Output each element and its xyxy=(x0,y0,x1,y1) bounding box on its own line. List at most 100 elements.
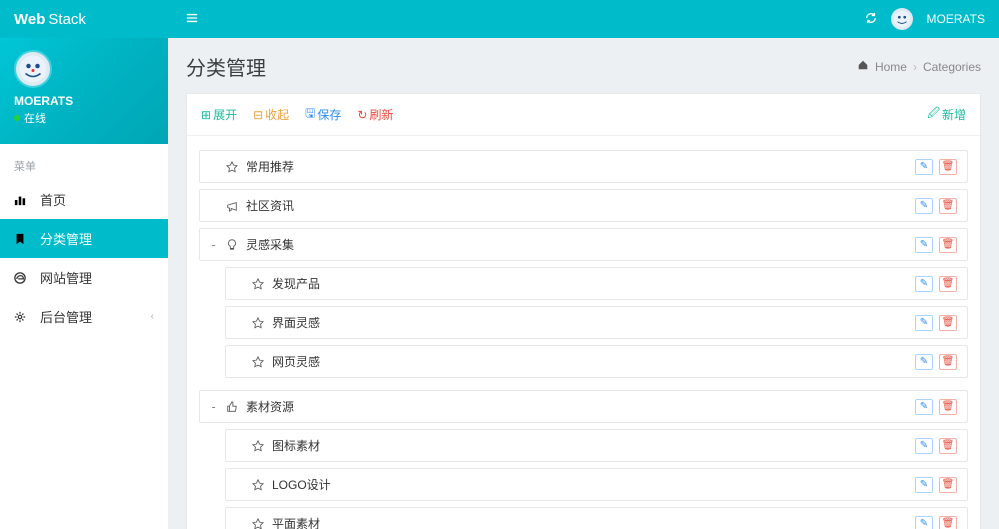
star-icon xyxy=(226,161,240,173)
hamburger-icon[interactable] xyxy=(182,8,202,31)
tree-row[interactable]: 平面素材 ✎ 🗑 xyxy=(226,508,967,529)
star-icon xyxy=(252,356,266,368)
delete-button[interactable]: 🗑 xyxy=(939,276,957,292)
collapse-button[interactable]: ⊟ 收起 xyxy=(253,106,289,123)
delete-button[interactable]: 🗑 xyxy=(939,399,957,415)
online-dot-icon xyxy=(14,115,20,121)
bar-chart-icon xyxy=(14,194,30,206)
edit-button[interactable]: ✎ xyxy=(915,315,933,331)
bulb-icon xyxy=(226,239,240,251)
delete-button[interactable]: 🗑 xyxy=(939,516,957,529)
breadcrumb-current: Categories xyxy=(923,60,981,74)
edit-button[interactable]: ✎ xyxy=(915,399,933,415)
star-icon xyxy=(252,479,266,491)
home-icon xyxy=(857,59,869,74)
delete-button[interactable]: 🗑 xyxy=(939,237,957,253)
star-icon xyxy=(252,278,266,290)
tree-row[interactable]: - 素材资源 ✎ 🗑 xyxy=(200,391,967,422)
user-panel: MOERATS 在线 xyxy=(0,38,168,144)
node-label: 常用推荐 xyxy=(246,158,294,175)
tree-node: 图标素材 ✎ 🗑 xyxy=(225,429,968,462)
thumbs-up-icon xyxy=(226,401,240,413)
bullhorn-icon xyxy=(226,200,240,212)
node-label: 社区资讯 xyxy=(246,197,294,214)
expand-button[interactable]: ⊞ 展开 xyxy=(201,106,237,123)
tree-node: 发现产品 ✎ 🗑 xyxy=(225,267,968,300)
menu-header: 菜单 xyxy=(0,144,168,180)
tree-row[interactable]: 网页灵感 ✎ 🗑 xyxy=(226,346,967,377)
tree-row[interactable]: 界面灵感 ✎ 🗑 xyxy=(226,307,967,338)
tree-row[interactable]: 图标素材 ✎ 🗑 xyxy=(226,430,967,461)
tree-row[interactable]: - 灵感采集 ✎ 🗑 xyxy=(200,229,967,260)
nav-item-3[interactable]: 后台管理 ‹ xyxy=(0,297,168,336)
node-label: 界面灵感 xyxy=(272,314,320,331)
star-icon xyxy=(252,440,266,452)
tree-node: - 灵感采集 ✎ 🗑 xyxy=(199,228,968,261)
nav-label: 分类管理 xyxy=(40,229,92,248)
edit-button[interactable]: ✎ xyxy=(915,159,933,175)
edit-button[interactable]: ✎ xyxy=(915,198,933,214)
avatar[interactable] xyxy=(14,50,52,88)
delete-button[interactable]: 🗑 xyxy=(939,354,957,370)
tree-node: 社区资讯 ✎ 🗑 xyxy=(199,189,968,222)
node-label: 网页灵感 xyxy=(272,353,320,370)
tree-row[interactable]: 常用推荐 ✎ 🗑 xyxy=(200,151,967,182)
tree-row[interactable]: 社区资讯 ✎ 🗑 xyxy=(200,190,967,221)
tree-node: LOGO设计 ✎ 🗑 xyxy=(225,468,968,501)
tree-node: 网页灵感 ✎ 🗑 xyxy=(225,345,968,378)
tree-node: 界面灵感 ✎ 🗑 xyxy=(225,306,968,339)
tree-row[interactable]: LOGO设计 ✎ 🗑 xyxy=(226,469,967,500)
tree-node: 常用推荐 ✎ 🗑 xyxy=(199,150,968,183)
nav-label: 后台管理 xyxy=(40,307,92,326)
node-label: LOGO设计 xyxy=(272,476,331,493)
delete-button[interactable]: 🗑 xyxy=(939,198,957,214)
breadcrumb: Home › Categories xyxy=(857,59,981,74)
star-icon xyxy=(252,518,266,529)
edit-button[interactable]: ✎ xyxy=(915,516,933,529)
refresh-icon[interactable] xyxy=(865,12,877,27)
node-label: 灵感采集 xyxy=(246,236,294,253)
nav-item-1[interactable]: 分类管理 xyxy=(0,219,168,258)
delete-button[interactable]: 🗑 xyxy=(939,438,957,454)
edit-button[interactable]: ✎ xyxy=(915,438,933,454)
page-title: 分类管理 xyxy=(186,52,266,81)
user-status: 在线 xyxy=(14,110,154,126)
chevron-left-icon: ‹ xyxy=(151,311,154,322)
delete-button[interactable]: 🗑 xyxy=(939,315,957,331)
breadcrumb-home[interactable]: Home xyxy=(875,60,907,74)
topbar: MOERATS xyxy=(168,0,999,38)
star-icon xyxy=(252,317,266,329)
edit-button[interactable]: ✎ xyxy=(915,237,933,253)
brand-light: Stack xyxy=(48,11,86,28)
tree-node: - 素材资源 ✎ 🗑 xyxy=(199,390,968,423)
tree-row[interactable]: 发现产品 ✎ 🗑 xyxy=(226,268,967,299)
edge-icon xyxy=(14,272,30,284)
delete-button[interactable]: 🗑 xyxy=(939,159,957,175)
bookmark-icon xyxy=(14,233,30,245)
toggle-icon[interactable]: - xyxy=(210,238,220,252)
add-button[interactable]: 🖉 新增 xyxy=(927,104,966,125)
brand-bold: Web xyxy=(14,11,45,28)
node-label: 发现产品 xyxy=(272,275,320,292)
edit-button[interactable]: ✎ xyxy=(915,477,933,493)
user-name: MOERATS xyxy=(14,94,154,108)
save-button[interactable]: 🖫 保存 xyxy=(305,104,341,125)
nav-label: 网站管理 xyxy=(40,268,92,287)
edit-button[interactable]: ✎ xyxy=(915,276,933,292)
edit-button[interactable]: ✎ xyxy=(915,354,933,370)
nav-item-2[interactable]: 网站管理 xyxy=(0,258,168,297)
brand-logo[interactable]: Web Stack xyxy=(0,0,168,38)
tree-node: 平面素材 ✎ 🗑 xyxy=(225,507,968,529)
nav-item-0[interactable]: 首页 xyxy=(0,180,168,219)
node-label: 图标素材 xyxy=(272,437,320,454)
toolbar: ⊞ 展开 ⊟ 收起 🖫 保存 ↻ 刷新 🖉 新增 xyxy=(187,94,980,136)
gear-icon xyxy=(14,311,30,323)
node-label: 素材资源 xyxy=(246,398,294,415)
topbar-username[interactable]: MOERATS xyxy=(927,12,985,26)
refresh-button[interactable]: ↻ 刷新 xyxy=(357,106,393,123)
node-label: 平面素材 xyxy=(272,515,320,529)
topbar-avatar[interactable] xyxy=(891,8,913,30)
delete-button[interactable]: 🗑 xyxy=(939,477,957,493)
toggle-icon[interactable]: - xyxy=(210,400,220,414)
breadcrumb-sep: › xyxy=(913,60,917,74)
